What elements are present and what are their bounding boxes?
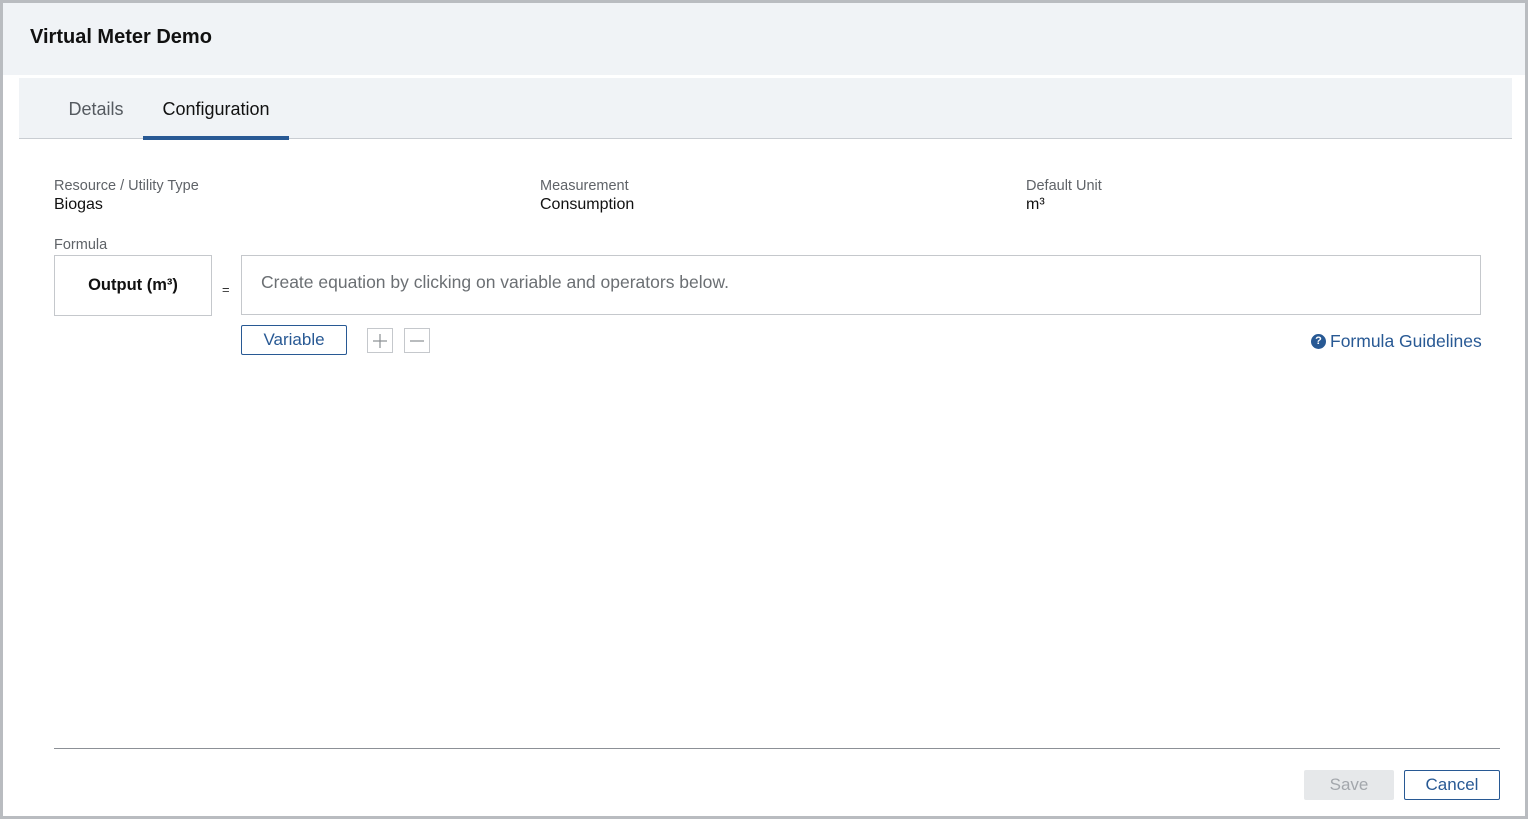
virtual-meter-dialog: Virtual Meter Demo Details Configuration… (0, 0, 1528, 819)
formula-guidelines-label: Formula Guidelines (1330, 330, 1482, 351)
minus-icon (410, 339, 424, 342)
plus-icon (373, 333, 387, 348)
save-button[interactable]: Save (1304, 770, 1394, 800)
default-unit-label: Default Unit (1026, 178, 1102, 194)
footer-divider (54, 748, 1500, 749)
question-circle-icon: ? (1311, 333, 1326, 349)
measurement-label: Measurement (540, 178, 629, 194)
tab-details[interactable]: Details (53, 78, 139, 139)
cancel-button[interactable]: Cancel (1404, 770, 1500, 800)
formula-label: Formula (54, 237, 108, 253)
equation-input[interactable]: Create equation by clicking on variable … (241, 255, 1481, 315)
variable-button[interactable]: Variable (241, 325, 347, 355)
resource-type-label: Resource / Utility Type (54, 178, 199, 194)
tab-bar: Details Configuration (19, 78, 1512, 140)
plus-operator-button[interactable] (367, 328, 393, 353)
tab-configuration[interactable]: Configuration (143, 78, 289, 140)
equals-sign: = (222, 282, 230, 297)
dialog-title: Virtual Meter Demo (30, 26, 212, 48)
formula-output-box: Output (m³) (54, 255, 212, 316)
default-unit-value: m³ (1026, 196, 1045, 213)
formula-guidelines-link[interactable]: ? Formula Guidelines (1311, 331, 1482, 351)
dialog-header: Virtual Meter Demo (3, 3, 1525, 75)
measurement-value: Consumption (540, 196, 635, 213)
minus-operator-button[interactable] (404, 328, 430, 353)
resource-type-value: Biogas (54, 196, 103, 213)
